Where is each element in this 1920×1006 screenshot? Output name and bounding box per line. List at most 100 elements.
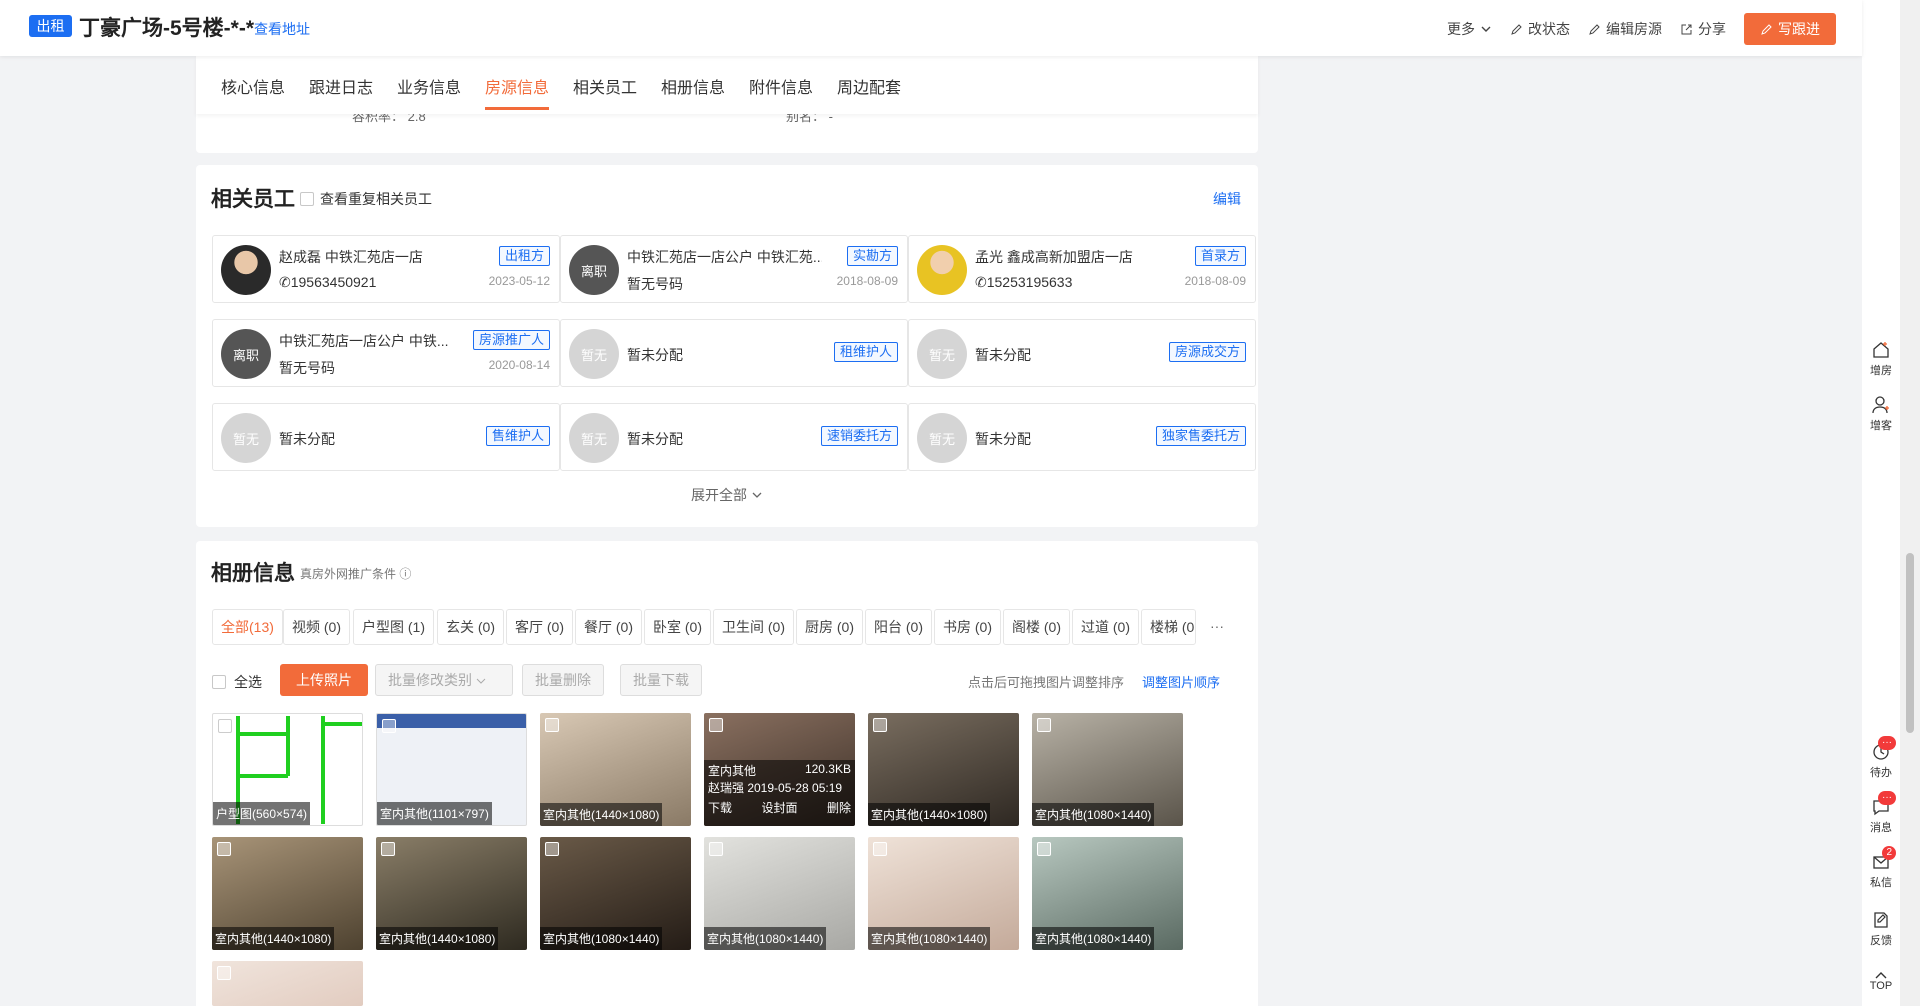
album-category-balcony[interactable]: 阳台 (0) [865, 609, 932, 645]
photo-thumbnail[interactable]: 室内其他(1080×1440) [540, 837, 691, 950]
expand-all-button[interactable]: 展开全部 [196, 485, 1258, 505]
add-house-button[interactable]: 增房 [1862, 340, 1900, 378]
add-client-button[interactable]: 增客 [1862, 395, 1900, 433]
photo-thumbnail[interactable]: 室内其他(1440×1080) [540, 713, 691, 826]
staff-card[interactable]: 离职 中铁汇苑店一店公户 中铁汇苑... 暂无号码 实勘方 2018-08-09 [560, 235, 908, 303]
album-category-entrance[interactable]: 玄关 (0) [437, 609, 504, 645]
photo-checkbox[interactable] [217, 842, 231, 856]
back-to-top-button[interactable]: TOP [1862, 970, 1900, 992]
select-all-checkbox[interactable] [212, 675, 226, 689]
photo-checkbox[interactable] [709, 842, 723, 856]
staff-card[interactable]: 暂无 暂未分配 售维护人 [212, 403, 560, 471]
edit-staff-link[interactable]: 编辑 [1213, 189, 1241, 209]
photo-thumbnail-hovered[interactable]: 室内其他 120.3KB 赵瑞强 2019-05-28 05:19 下载 设封面 … [704, 713, 855, 826]
batch-download-button[interactable]: 批量下载 [620, 664, 702, 696]
more-categories-button[interactable]: ··· [1210, 618, 1224, 634]
scrollbar-thumb[interactable] [1906, 553, 1914, 733]
album-category-attic[interactable]: 阁楼 (0) [1003, 609, 1070, 645]
staff-card[interactable]: 暂无 暂未分配 独家售委托方 [908, 403, 1256, 471]
staff-role-badge: 房源推广人 [472, 330, 550, 350]
more-dropdown[interactable]: 更多 [1447, 19, 1492, 39]
photo-checkbox[interactable] [382, 719, 396, 733]
tab-follow-log[interactable]: 跟进日志 [309, 74, 373, 98]
photo-thumbnail[interactable]: 室内其他(1080×1440) [704, 837, 855, 950]
select-all[interactable]: 全选 [212, 672, 262, 692]
show-duplicate-staff[interactable]: 查看重复相关员工 [300, 189, 432, 209]
message-button[interactable]: ··· 消息 [1862, 791, 1900, 835]
photo-thumbnail[interactable]: 室内其他(1080×1440) [1032, 713, 1183, 826]
album-category-stairs[interactable]: 楼梯 (0 [1141, 609, 1196, 645]
album-category-hallway[interactable]: 过道 (0) [1072, 609, 1139, 645]
album-category-dining[interactable]: 餐厅 (0) [575, 609, 642, 645]
photo-thumbnail[interactable]: 室内其他(1440×1080) [376, 837, 527, 950]
photo-checkbox[interactable] [1037, 842, 1051, 856]
photo-thumbnail[interactable]: 室内其他(1101×797) [376, 713, 527, 826]
adjust-order-link[interactable]: 调整图片顺序 [1142, 672, 1220, 691]
tab-attachment-info[interactable]: 附件信息 [749, 74, 813, 98]
avatar [221, 245, 271, 295]
photo-set-cover-button[interactable]: 设封面 [761, 799, 797, 816]
photo-checkbox[interactable] [217, 966, 231, 980]
album-category-video[interactable]: 视频 (0) [283, 609, 350, 645]
photo-thumbnail[interactable] [212, 961, 363, 1006]
batch-category-dropdown[interactable]: 批量修改类别 [375, 664, 513, 696]
duplicate-staff-checkbox[interactable] [300, 192, 314, 206]
photo-download-button[interactable]: 下载 [708, 799, 732, 816]
photo-checkbox[interactable] [545, 718, 559, 732]
tab-related-staff[interactable]: 相关员工 [573, 74, 637, 98]
photo-checkbox[interactable] [381, 842, 395, 856]
photo-thumbnail[interactable]: 室内其他(1440×1080) [212, 837, 363, 950]
album-category-bathroom[interactable]: 卫生间 (0) [713, 609, 794, 645]
photo-checkbox[interactable] [873, 718, 887, 732]
todo-label: 待办 [1870, 767, 1892, 779]
share-button[interactable]: 分享 [1680, 19, 1726, 39]
private-message-button[interactable]: 2 私信 [1862, 846, 1900, 890]
batch-delete-button[interactable]: 批量删除 [522, 664, 604, 696]
photo-thumbnail[interactable]: 室内其他(1440×1080) [868, 713, 1019, 826]
share-label: 分享 [1698, 21, 1726, 37]
photo-checkbox[interactable] [709, 718, 723, 732]
view-address-link[interactable]: 查看地址 [254, 19, 310, 39]
house-add-icon [1873, 342, 1889, 358]
avatar: 暂无 [917, 413, 967, 463]
tab-core-info[interactable]: 核心信息 [221, 74, 285, 98]
photo-thumbnail[interactable]: 室内其他(1080×1440) [868, 837, 1019, 950]
page-scrollbar[interactable] [1900, 0, 1920, 1006]
staff-card[interactable]: 离职 中铁汇苑店一店公户 中铁... 暂无号码 房源推广人 2020-08-14 [212, 319, 560, 387]
share-icon [1681, 24, 1692, 34]
photo-label: 室内其他(1440×1080) [540, 803, 663, 826]
upload-photo-button[interactable]: 上传照片 [280, 664, 368, 696]
write-follow-button[interactable]: 写跟进 [1744, 13, 1836, 45]
change-status-button[interactable]: 改状态 [1510, 19, 1570, 39]
album-category-floorplan[interactable]: 户型图 (1) [353, 609, 434, 645]
staff-card[interactable]: 暂无 暂未分配 租维护人 [560, 319, 908, 387]
staff-role-badge: 房源成交方 [1168, 342, 1246, 362]
avatar: 暂无 [569, 329, 619, 379]
tab-surroundings[interactable]: 周边配套 [837, 74, 901, 98]
photo-thumbnail[interactable]: 户型图(560×574) [212, 713, 363, 826]
tab-business-info[interactable]: 业务信息 [397, 74, 461, 98]
photo-checkbox[interactable] [1037, 718, 1051, 732]
feedback-button[interactable]: 反馈 [1862, 910, 1900, 948]
edit-icon [1589, 23, 1600, 35]
tab-album-info[interactable]: 相册信息 [661, 74, 725, 98]
staff-card[interactable]: 暂无 暂未分配 速销委托方 [560, 403, 908, 471]
photo-checkbox[interactable] [873, 842, 887, 856]
message-label: 消息 [1870, 822, 1892, 834]
todo-button[interactable]: ··· 待办 [1862, 736, 1900, 780]
staff-card[interactable]: 赵成磊 中铁汇苑店一店 ✆19563450921 出租方 2023-05-12 [212, 235, 560, 303]
photo-thumbnail[interactable]: 室内其他(1080×1440) [1032, 837, 1183, 950]
album-category-bedroom[interactable]: 卧室 (0) [644, 609, 711, 645]
staff-card[interactable]: 暂无 暂未分配 房源成交方 [908, 319, 1256, 387]
staff-card[interactable]: 孟光 鑫成高新加盟店一店 ✆15253195633 首录方 2018-08-09 [908, 235, 1256, 303]
photo-checkbox[interactable] [218, 719, 232, 733]
photo-checkbox[interactable] [545, 842, 559, 856]
photo-delete-button[interactable]: 删除 [827, 799, 851, 816]
album-category-kitchen[interactable]: 厨房 (0) [796, 609, 863, 645]
tab-house-info[interactable]: 房源信息 [485, 74, 550, 110]
album-category-study[interactable]: 书房 (0) [934, 609, 1001, 645]
staff-role-badge: 出租方 [498, 246, 550, 266]
album-category-living[interactable]: 客厅 (0) [506, 609, 573, 645]
edit-house-button[interactable]: 编辑房源 [1588, 19, 1662, 39]
album-category-all[interactable]: 全部(13) [212, 609, 283, 645]
